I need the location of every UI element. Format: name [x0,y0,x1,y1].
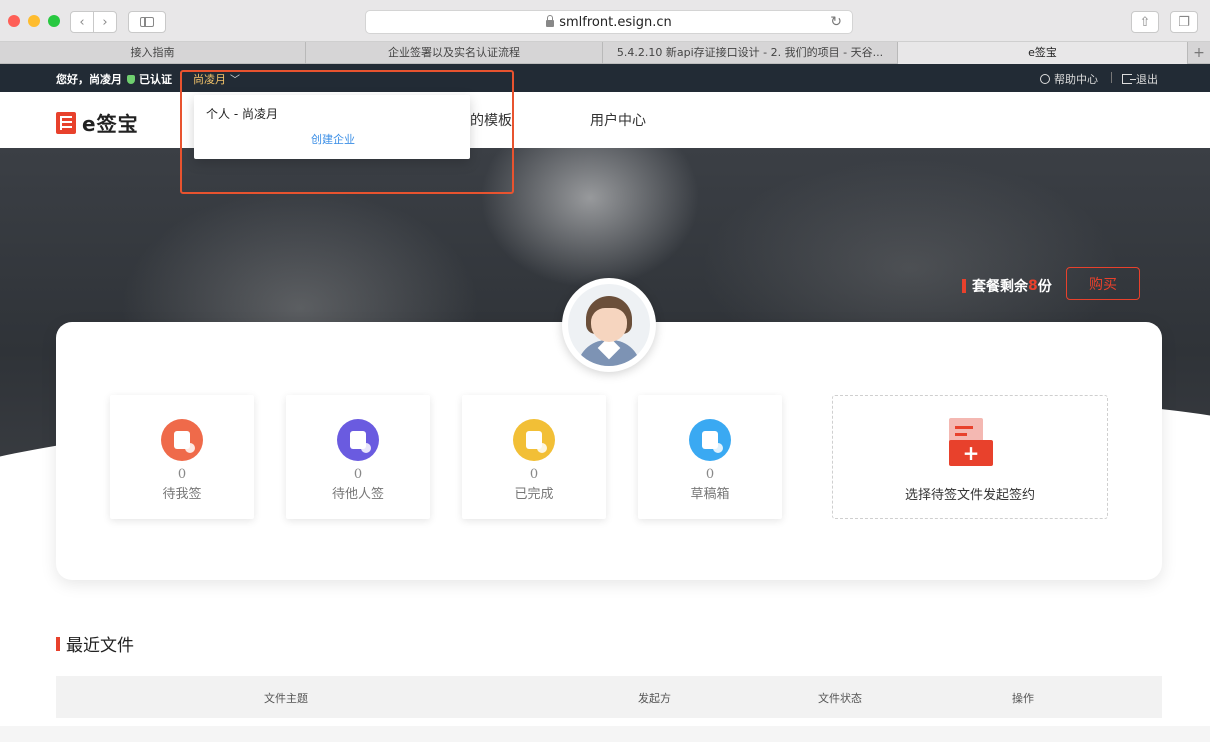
stat-count: 0 [353,467,363,482]
bottom-strip [0,726,1210,742]
sidebar-toggle-button[interactable] [128,11,166,33]
folder-line [955,433,967,436]
back-button[interactable]: ‹ [70,11,94,33]
hero-background-highlight [480,148,700,288]
help-center-link[interactable]: 帮助中心 [1040,71,1098,87]
forward-button[interactable]: › [93,11,117,33]
account-dropdown: 个人 - 尚凌月 创建企业 [194,95,470,159]
quota-count: 8 [1028,278,1038,294]
close-window-button[interactable] [8,15,20,27]
avatar[interactable] [562,278,656,372]
lightbulb-icon [1040,74,1050,84]
shield-icon [127,74,135,84]
column-subject: 文件主题 [264,692,308,705]
topbar-divider [1111,72,1112,83]
chevron-down-icon: ﹀ [230,75,240,86]
users-glyph [350,431,371,453]
stat-pending-me[interactable]: 0 待我签 [110,395,254,519]
chevron-right-icon: › [102,14,108,30]
share-button[interactable]: ⇧ [1131,11,1159,33]
top-bar: 您好，尚凌月 已认证 尚凌月 ﹀ 帮助中心 退出 [0,64,1210,92]
tab-enterprise-flow[interactable]: 企业签署以及实名认证流程 [306,42,603,64]
quota-prefix: 套餐剩余 [972,279,1028,295]
recent-accent-bar [56,636,60,651]
buy-button[interactable]: 购买 [1066,267,1140,300]
quota-suffix: 份 [1037,279,1052,295]
screen: ‹ › smlfront.esign.cn ↻ ⇧ ❐ 接入指南 企业签署以及实… [0,0,1210,742]
stat-count: 0 [529,467,539,482]
draft-document-glyph [702,431,723,453]
document-check-icon [513,419,555,461]
esign-logo[interactable]: e签宝 [56,108,139,137]
stat-label: 待我签 [162,487,202,502]
site-header: e签宝 的模板 用户中心 [0,92,1210,148]
add-file-icon: + [949,418,993,466]
greeting-text: 您好，尚凌月 [56,73,122,86]
logout-text: 退出 [1136,73,1158,86]
nav-my-templates[interactable]: 的模板 [470,110,512,130]
user-sign-icon [161,419,203,461]
tab-guide[interactable]: 接入指南 [0,42,306,64]
verified-text: 已认证 [139,73,172,86]
column-actions: 操作 [1012,692,1034,705]
address-bar[interactable]: smlfront.esign.cn ↻ [365,10,853,34]
new-sign-label: 选择待签文件发起签约 [904,488,1035,503]
recent-files-table-header: 文件主题 发起方 文件状态 操作 [56,676,1162,718]
tab-strip: 接入指南 企业签署以及实名认证流程 5.4.2.10 新api存证接口设计 - … [0,42,1210,64]
zoom-window-button[interactable] [48,15,60,27]
show-tabs-button[interactable]: ❐ [1170,11,1198,33]
recent-title-text: 最近文件 [66,636,134,656]
sidebar-icon [140,17,154,27]
users-icon [337,419,379,461]
esign-logo-icon [56,111,76,134]
new-tab-button[interactable]: + [1188,42,1210,63]
reload-icon[interactable]: ↻ [830,14,842,30]
tab-esign[interactable]: e签宝 [898,42,1188,64]
verified-badge: 已认证 [127,71,172,87]
avatar-face [591,308,627,342]
tab-api-design[interactable]: 5.4.2.10 新api存证接口设计 - 2. 我们的项目 - 天谷... [603,42,898,64]
new-sign-dropzone[interactable]: + 选择待签文件发起签约 [832,395,1108,519]
column-initiator: 发起方 [638,692,671,705]
logout-link[interactable]: 退出 [1122,71,1158,87]
chevron-left-icon: ‹ [79,14,85,30]
logo-text: e签宝 [82,112,139,136]
quota-accent-bar [962,279,966,293]
avatar-background [568,284,650,366]
stat-completed[interactable]: 0 已完成 [462,395,606,519]
folder-line [955,426,973,429]
exit-icon [1122,74,1136,84]
stat-label: 已完成 [514,487,554,502]
document-check-glyph [526,431,547,453]
tabs-icon: ❐ [1178,14,1190,30]
package-quota: 套餐剩余 8 份 [962,276,1052,296]
dropdown-personal-account[interactable]: 个人 - 尚凌月 [206,105,278,122]
plus-icon: + [962,441,980,465]
recent-files-title: 最近文件 [56,631,134,656]
browser-titlebar: ‹ › smlfront.esign.cn ↻ ⇧ ❐ [0,0,1210,42]
stat-count: 0 [177,467,187,482]
lock-icon [546,14,555,27]
stat-label: 待他人签 [331,487,384,502]
account-name: 尚凌月 [193,73,226,86]
create-company-link[interactable]: 创建企业 [311,131,355,147]
share-icon: ⇧ [1139,14,1151,30]
url-text: smlfront.esign.cn [559,14,672,30]
account-switcher[interactable]: 尚凌月 ﹀ [193,71,240,87]
stat-drafts[interactable]: 0 草稿箱 [638,395,782,519]
user-sign-glyph [174,431,195,453]
minimize-window-button[interactable] [28,15,40,27]
draft-document-icon [689,419,731,461]
stat-count: 0 [705,467,715,482]
column-status: 文件状态 [818,692,862,705]
stat-label: 草稿箱 [690,487,730,502]
nav-user-center[interactable]: 用户中心 [590,110,646,130]
help-text: 帮助中心 [1054,73,1098,86]
stat-pending-others[interactable]: 0 待他人签 [286,395,430,519]
